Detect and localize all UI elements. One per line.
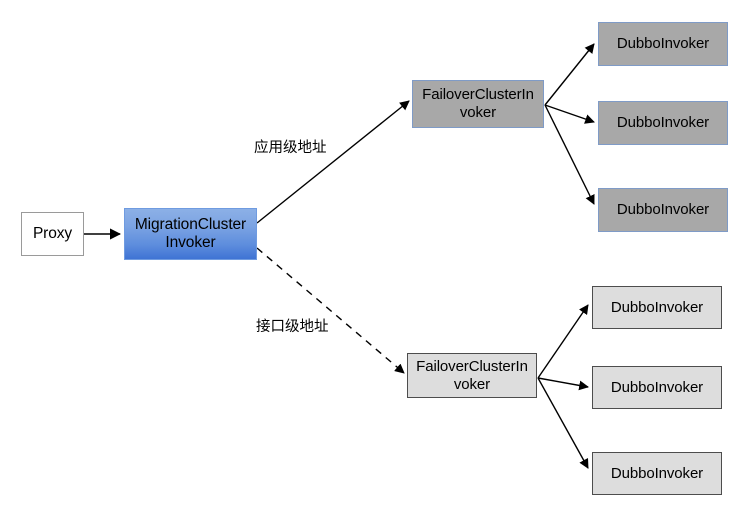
edge-failover-app-to-invoker-1 xyxy=(544,43,595,106)
edge-layer xyxy=(84,43,595,469)
node-dubbo-invoker-app-3[interactable]: DubboInvoker xyxy=(598,188,728,232)
node-proxy[interactable]: Proxy xyxy=(21,212,84,256)
node-failover-cluster-invoker-iface-level[interactable]: FailoverClusterIn voker xyxy=(407,353,537,398)
node-dubbo-invoker-app-1-label: DubboInvoker xyxy=(616,35,710,53)
diagram-canvas: Proxy MigrationCluster Invoker FailoverC… xyxy=(0,0,746,509)
edge-failover-app-to-invoker-3 xyxy=(544,104,595,205)
node-dubbo-invoker-iface-2-label: DubboInvoker xyxy=(610,378,704,396)
edge-migration-to-failover-iface-level xyxy=(256,247,405,374)
node-failover-app-line1: FailoverClusterIn xyxy=(422,86,534,104)
edge-failover-iface-to-invoker-1 xyxy=(537,304,589,379)
edge-migration-to-failover-app-level xyxy=(256,100,410,224)
node-failover-cluster-invoker-app-level[interactable]: FailoverClusterIn voker xyxy=(412,80,544,128)
edge-failover-iface-to-invoker-3 xyxy=(537,377,589,469)
node-proxy-label: Proxy xyxy=(32,224,73,242)
node-dubbo-invoker-iface-3[interactable]: DubboInvoker xyxy=(592,452,722,495)
node-migration-cluster-invoker[interactable]: MigrationCluster Invoker xyxy=(124,208,257,260)
node-dubbo-invoker-iface-1[interactable]: DubboInvoker xyxy=(592,286,722,329)
node-dubbo-invoker-iface-1-label: DubboInvoker xyxy=(610,298,704,316)
node-dubbo-invoker-iface-2[interactable]: DubboInvoker xyxy=(592,366,722,409)
edge-failover-iface-to-invoker-2 xyxy=(537,377,589,391)
node-failover-iface-level-label: FailoverClusterIn voker xyxy=(414,358,530,393)
node-dubbo-invoker-iface-3-label: DubboInvoker xyxy=(610,464,704,482)
edge-label-iface-level: 接口级地址 xyxy=(256,319,329,335)
node-failover-app-line2: voker xyxy=(459,104,497,121)
node-failover-iface-line2: voker xyxy=(453,375,491,393)
node-migration-cluster-invoker-label: MigrationCluster Invoker xyxy=(133,216,248,253)
node-dubbo-invoker-app-1[interactable]: DubboInvoker xyxy=(598,22,728,66)
node-migration-line1: MigrationCluster xyxy=(134,215,247,233)
node-failover-app-level-label: FailoverClusterIn voker xyxy=(420,86,536,121)
node-dubbo-invoker-app-2-label: DubboInvoker xyxy=(616,114,710,132)
edge-failover-app-to-invoker-2 xyxy=(544,104,595,124)
node-dubbo-invoker-app-2[interactable]: DubboInvoker xyxy=(598,101,728,145)
node-migration-line2: Invoker xyxy=(165,234,216,251)
node-failover-iface-line1: FailoverClusterIn xyxy=(416,357,528,375)
edge-label-app-level: 应用级地址 xyxy=(254,140,327,156)
node-dubbo-invoker-app-3-label: DubboInvoker xyxy=(616,201,710,219)
